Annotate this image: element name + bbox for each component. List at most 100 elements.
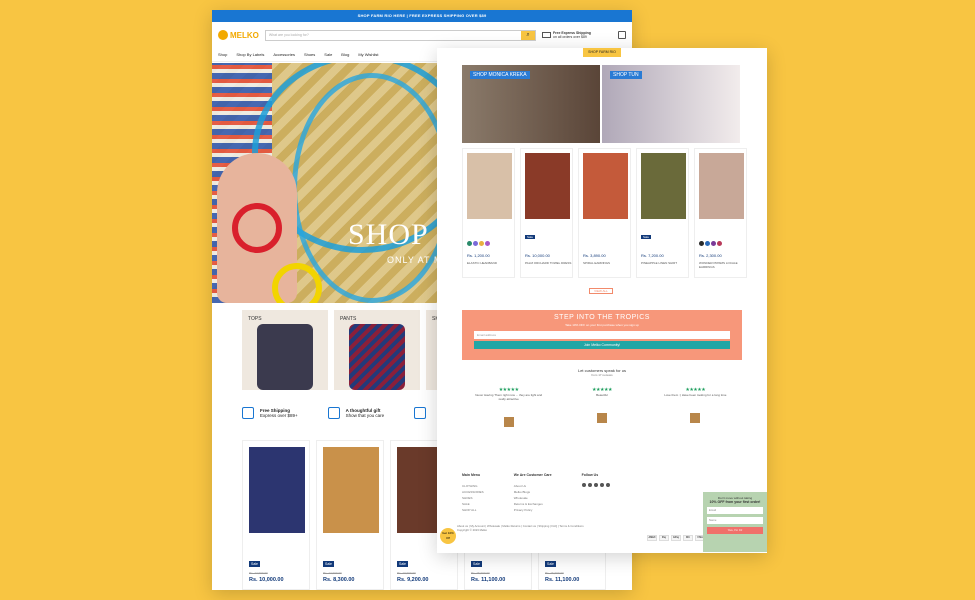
shipping-sub: on all orders over $89 bbox=[553, 35, 587, 39]
popup-submit-button[interactable]: Yes, I'm In! bbox=[707, 527, 763, 534]
review-image[interactable] bbox=[503, 417, 514, 427]
product-grid: Rs. 1,200.00 ELASTIC HEADBAND Sale Rs. 1… bbox=[462, 148, 747, 278]
swatch[interactable] bbox=[705, 241, 710, 246]
sale-badge: Sale bbox=[545, 561, 557, 567]
instagram-icon[interactable] bbox=[593, 483, 598, 487]
logo-icon bbox=[218, 30, 228, 40]
join-button[interactable]: Join Melko Community! bbox=[474, 341, 730, 349]
mastercard-icon: MC bbox=[683, 535, 693, 541]
color-swatches bbox=[699, 241, 722, 246]
logo-text: MELKO bbox=[230, 30, 259, 40]
hero-subtitle: ONLY AT M bbox=[387, 255, 443, 265]
product-price: Rs. 9,200.00 bbox=[397, 577, 429, 583]
product-name: WONDER PRISMS LOCALE EARRINGS bbox=[699, 261, 738, 269]
product-card[interactable]: Rs. 1,200.00 ELASTIC HEADBAND bbox=[462, 148, 515, 278]
search-input[interactable]: What are you looking for? ⌕ bbox=[264, 29, 536, 41]
swatch[interactable] bbox=[699, 241, 704, 246]
logo[interactable]: MELKO bbox=[218, 30, 259, 40]
reviews-subtitle: from 17 reviews bbox=[591, 373, 613, 377]
product-price: Rs. 11,100.00 bbox=[471, 577, 506, 583]
feature-gift: A thoughtful gift Show that you care bbox=[327, 407, 384, 419]
product-card[interactable]: Rs. 2,300.00 WONDER PRISMS LOCALE EARRIN… bbox=[694, 148, 747, 278]
payment-icons: AMEX Pay GPay MC VISA bbox=[647, 535, 705, 541]
review-image[interactable] bbox=[596, 413, 607, 423]
cart-icon[interactable] bbox=[618, 31, 626, 39]
box-icon bbox=[414, 407, 427, 419]
product-name: PINEAPPLE LINEN SHIRT bbox=[641, 261, 678, 265]
review-image[interactable] bbox=[690, 413, 701, 423]
nav-item-shop[interactable]: Shop bbox=[218, 52, 227, 57]
review-row: ★★★★★ Never Having Them right now ... th… bbox=[462, 387, 742, 427]
swatch[interactable] bbox=[467, 241, 472, 246]
product-card[interactable]: Sale Rs. 12,000.00 Rs. 8,300.00 bbox=[316, 440, 384, 590]
red-ring bbox=[232, 203, 282, 253]
product-name: SPIRAL EARRINGS bbox=[583, 261, 611, 265]
product-image bbox=[583, 153, 628, 219]
product-card[interactable]: Sale Rs. 10,000.00 PALM ORCHARD TOWEL DR… bbox=[520, 148, 573, 278]
old-price: Rs. 12,000.00 bbox=[323, 571, 342, 575]
email-icon[interactable] bbox=[605, 483, 610, 487]
review-text: Love them :) Have been looking for a lon… bbox=[664, 393, 727, 397]
banner-label: SHOP TUN bbox=[610, 71, 642, 79]
promo-button[interactable]: SHOP FARM RIO bbox=[583, 48, 621, 57]
pinterest-icon[interactable] bbox=[587, 483, 592, 487]
popup-name-field[interactable]: Name bbox=[707, 517, 763, 524]
nav-item-blog[interactable]: Blog bbox=[341, 52, 349, 57]
swatch[interactable] bbox=[479, 241, 484, 246]
product-card[interactable]: Sale Rs. 7,200.00 PINEAPPLE LINEN SHIRT bbox=[636, 148, 689, 278]
footer-link[interactable]: SHOP ALL bbox=[462, 507, 484, 513]
feature-sub: Express over $89+ bbox=[260, 413, 298, 418]
facebook-icon[interactable] bbox=[581, 483, 586, 487]
swatch[interactable] bbox=[473, 241, 478, 246]
product-card[interactable]: Rs. 3,890.00 SPIRAL EARRINGS bbox=[578, 148, 631, 278]
banner-monica-kreka[interactable]: SHOP MONICA KREKA bbox=[462, 65, 600, 143]
apple-pay-icon: Pay bbox=[659, 535, 669, 541]
footer-link[interactable]: Privacy Policy bbox=[514, 507, 552, 513]
swatch[interactable] bbox=[485, 241, 490, 246]
swatch[interactable] bbox=[711, 241, 716, 246]
view-all-button[interactable]: VIEW ALL bbox=[589, 288, 613, 294]
sale-badge: Sale bbox=[471, 561, 483, 567]
product-image bbox=[323, 447, 379, 533]
category-card-tops[interactable]: TOPS bbox=[242, 310, 328, 390]
popup-email-field[interactable]: Email bbox=[707, 507, 763, 514]
sale-badge: Sale bbox=[525, 235, 536, 239]
newsletter-text: Take 10% OFF on your first purchase when… bbox=[565, 323, 639, 327]
feature-box bbox=[414, 407, 427, 419]
product-image bbox=[699, 153, 744, 219]
email-field[interactable]: Email address bbox=[474, 331, 730, 339]
footer-col-main-menu: Main Menu CLOTHING ACCESSORIES SHOES SAL… bbox=[462, 473, 484, 513]
nav-item-sale[interactable]: Sale bbox=[324, 52, 332, 57]
product-image bbox=[467, 153, 512, 219]
category-card-pants[interactable]: PANTS bbox=[334, 310, 420, 390]
swatch[interactable] bbox=[717, 241, 722, 246]
product-card[interactable]: Sale Rs. 14,000.00 Rs. 10,000.00 bbox=[242, 440, 310, 590]
shipping-info: Free Express Shipping on all orders over… bbox=[542, 31, 612, 39]
footer-heading: Follow Us bbox=[581, 473, 599, 477]
product-price: Rs. 3,890.00 bbox=[583, 253, 606, 258]
linkedin-icon[interactable] bbox=[599, 483, 604, 487]
sale-badge: Sale bbox=[397, 561, 409, 567]
offer-badge[interactable]: Get 10% Off bbox=[440, 528, 456, 544]
nav-item-shoes[interactable]: Shoes bbox=[304, 52, 315, 57]
google-pay-icon: GPay bbox=[671, 535, 681, 541]
copyright: Copyright © 2023 Melko bbox=[457, 528, 488, 532]
hero-decoration bbox=[292, 73, 452, 303]
sale-badge: Sale bbox=[323, 561, 335, 567]
nav-item-labels[interactable]: Shop By Labels bbox=[236, 52, 264, 57]
nav-item-accessories[interactable]: Accessories bbox=[273, 52, 295, 57]
product-price: Rs. 11,100.00 bbox=[545, 577, 580, 583]
newsletter-section: STEP INTO THE TROPICS Take 10% OFF on yo… bbox=[462, 310, 742, 360]
category-label: TOPS bbox=[248, 316, 262, 322]
review-text: Never Having Them right now ... they are… bbox=[475, 393, 543, 401]
product-price: Rs. 10,000.00 bbox=[249, 577, 284, 583]
old-price: Rs. 16,000.00 bbox=[545, 571, 564, 575]
announcement-bar: SHOP FARM RIO HERE | FREE EXPRESS SHIPPI… bbox=[212, 10, 632, 22]
old-price: Rs. 14,000.00 bbox=[249, 571, 268, 575]
truck-icon bbox=[542, 32, 551, 38]
category-label: PANTS bbox=[340, 316, 357, 322]
product-price: Rs. 7,200.00 bbox=[641, 253, 664, 258]
banner-tun[interactable]: SHOP TUN bbox=[602, 65, 740, 143]
search-icon[interactable]: ⌕ bbox=[521, 30, 535, 40]
nav-item-wishlist[interactable]: My Wishlist bbox=[358, 52, 378, 57]
